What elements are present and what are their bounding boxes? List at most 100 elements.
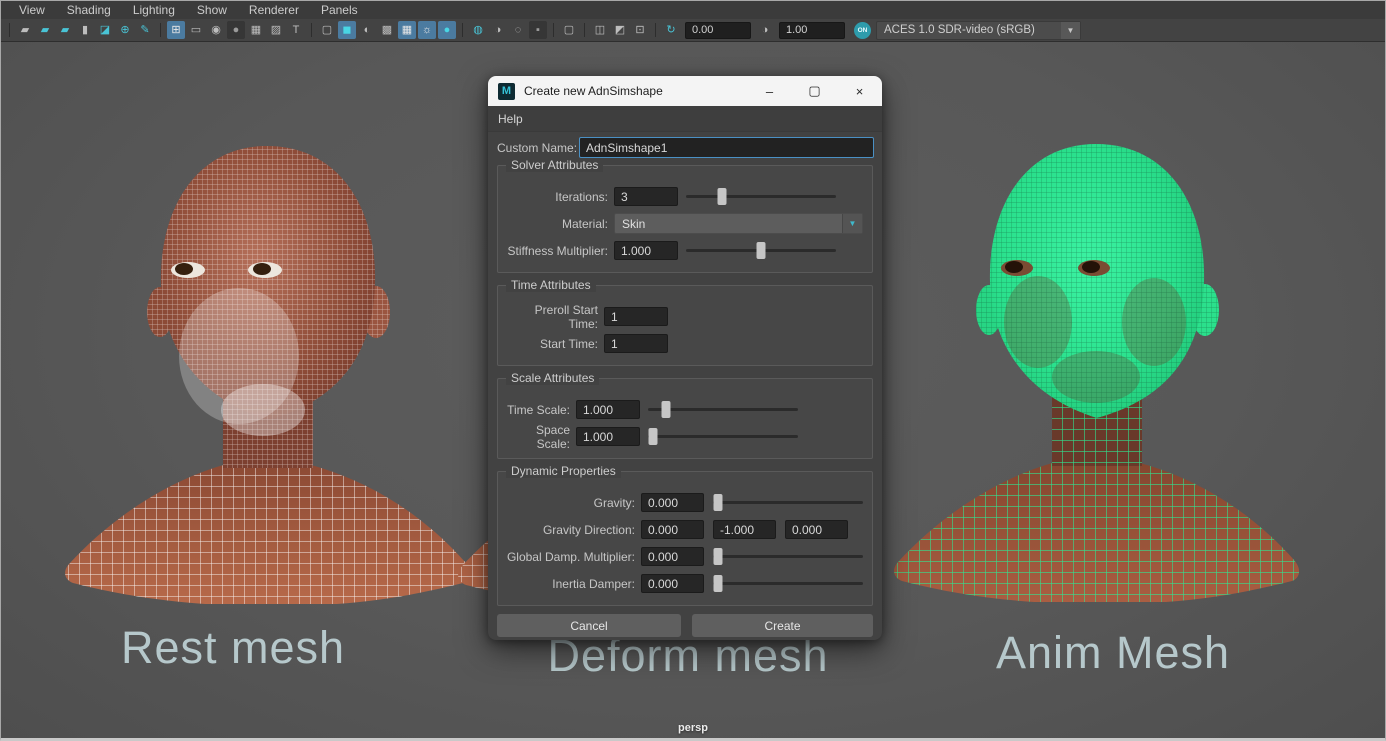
zoom-region-icon[interactable]: ⊡ — [631, 21, 649, 39]
iterations-input[interactable] — [614, 187, 678, 206]
gamma-field[interactable] — [779, 22, 845, 39]
camera-name-label: persp — [0, 722, 1386, 734]
separator[interactable] — [462, 23, 463, 37]
material-dropdown[interactable]: Skin ▼ — [614, 213, 863, 234]
space-scale-slider[interactable] — [648, 428, 798, 445]
iterations-slider[interactable] — [686, 188, 836, 205]
separator[interactable] — [655, 23, 656, 37]
separator[interactable] — [9, 23, 10, 37]
textured-cube-icon[interactable]: ▩ — [378, 21, 396, 39]
snap-camera-icon[interactable]: ▰ — [16, 21, 34, 39]
separator[interactable] — [311, 23, 312, 37]
inertia-damper-input[interactable] — [641, 574, 704, 593]
gravity-input[interactable] — [641, 493, 704, 512]
anti-aliasing-icon[interactable]: ▪ — [529, 21, 547, 39]
menu-lighting[interactable]: Lighting — [122, 3, 186, 17]
material-value: Skin — [615, 217, 645, 231]
dynamic-properties-title: Dynamic Properties — [506, 464, 621, 478]
color-management-toggle[interactable]: ON — [854, 22, 871, 39]
resolution-gate-icon[interactable]: ◉ — [207, 21, 225, 39]
grid-icon[interactable]: ⊞ — [167, 21, 185, 39]
grease-pencil-icon[interactable]: ✎ — [136, 21, 154, 39]
lock-camera-icon[interactable]: ▰ — [36, 21, 54, 39]
stiffness-multiplier-slider[interactable] — [686, 242, 836, 259]
bookmark-icon[interactable]: ▮ — [76, 21, 94, 39]
menu-help[interactable]: Help — [488, 112, 523, 126]
cancel-button[interactable]: Cancel — [497, 614, 681, 637]
inertia-damper-label: Inertia Damper: — [504, 577, 635, 591]
slider-handle[interactable] — [713, 548, 722, 565]
gravity-direction-z-input[interactable] — [785, 520, 848, 539]
dynamic-properties-group: Dynamic Properties Gravity: Gravity Dire… — [497, 471, 873, 606]
slider-handle[interactable] — [713, 494, 722, 511]
exposure-icon[interactable]: ↻ — [662, 21, 680, 39]
gate-mask-icon[interactable]: ● — [227, 21, 245, 39]
time-scale-input[interactable] — [576, 400, 640, 419]
gravity-slider[interactable] — [713, 494, 863, 511]
colorspace-dropdown[interactable]: ACES 1.0 SDR-video (sRGB) ▼ — [876, 21, 1081, 40]
dialog-titlebar[interactable]: M Create new AdnSimshape – ▢ × — [488, 76, 882, 106]
slider-handle[interactable] — [648, 428, 657, 445]
wireframe-cube-icon[interactable]: ▢ — [318, 21, 336, 39]
hud-icon[interactable]: T — [287, 21, 305, 39]
isolate-select-icon[interactable]: ◫ — [591, 21, 609, 39]
object-selection-icon[interactable]: ▢ — [560, 21, 578, 39]
menu-show[interactable]: Show — [186, 3, 238, 17]
smooth-shade-sphere-icon[interactable]: ● — [438, 21, 456, 39]
camera-attributes-icon[interactable]: ▰ — [56, 21, 74, 39]
maximize-button[interactable]: ▢ — [792, 76, 837, 106]
chevron-down-icon[interactable]: ▼ — [842, 214, 862, 233]
default-material-icon[interactable]: ◍ — [469, 21, 487, 39]
inertia-damper-slider[interactable] — [713, 575, 863, 592]
separator[interactable] — [584, 23, 585, 37]
menu-renderer[interactable]: Renderer — [238, 3, 310, 17]
scale-attributes-group: Scale Attributes Time Scale: Space Scale… — [497, 378, 873, 459]
global-damp-multiplier-slider[interactable] — [713, 548, 863, 565]
slider-track — [648, 435, 798, 438]
custom-name-input[interactable] — [579, 137, 874, 158]
menu-shading[interactable]: Shading — [56, 3, 122, 17]
time-scale-label: Time Scale: — [504, 403, 570, 417]
wireframe-on-shaded-icon[interactable]: ◐ — [358, 21, 376, 39]
isolate-selected-icon[interactable]: ◩ — [611, 21, 629, 39]
close-button[interactable]: × — [837, 76, 882, 106]
slider-handle[interactable] — [718, 188, 727, 205]
menu-view[interactable]: View — [8, 3, 56, 17]
slider-handle[interactable] — [662, 401, 671, 418]
preroll-start-time-input[interactable] — [604, 307, 668, 326]
gravity-direction-y-input[interactable] — [713, 520, 776, 539]
image-plane-display-icon[interactable]: ▨ — [267, 21, 285, 39]
separator[interactable] — [553, 23, 554, 37]
maya-logo-icon: M — [498, 83, 515, 100]
checker-texture-icon[interactable]: ▦ — [398, 21, 416, 39]
image-plane-icon[interactable]: ◪ — [96, 21, 114, 39]
colorspace-value: ACES 1.0 SDR-video (sRGB) — [884, 24, 1035, 36]
space-scale-input[interactable] — [576, 427, 640, 446]
ambient-occlusion-icon[interactable]: ◌ — [509, 21, 527, 39]
shadows-icon[interactable]: ◑ — [489, 21, 507, 39]
exposure-field[interactable] — [685, 22, 751, 39]
shaded-cube-icon[interactable]: ◼ — [338, 21, 356, 39]
stiffness-multiplier-input[interactable] — [614, 241, 678, 260]
global-damp-multiplier-input[interactable] — [641, 547, 704, 566]
separator[interactable] — [160, 23, 161, 37]
dialog-menubar: Help — [488, 106, 882, 132]
menu-panels[interactable]: Panels — [310, 3, 369, 17]
contrast-icon[interactable]: ◑ — [756, 21, 774, 39]
slider-handle[interactable] — [757, 242, 766, 259]
minimize-button[interactable]: – — [747, 76, 792, 106]
pan-zoom-icon[interactable]: ⊕ — [116, 21, 134, 39]
slider-handle[interactable] — [713, 575, 722, 592]
viewport[interactable]: Rest mesh Deform mesh Anim Mesh persp M … — [0, 42, 1386, 741]
gravity-direction-x-input[interactable] — [641, 520, 704, 539]
rest-mesh[interactable] — [57, 134, 477, 604]
start-time-input[interactable] — [604, 334, 668, 353]
panel-toolbar: ▰▰▰▮◪⊕✎⊞▭◉●▦▨T▢◼◐▩▦☼●◍◑◌▪▢◫◩⊡ ↻ ◑ ON ACE… — [0, 19, 1386, 42]
slider-track — [713, 582, 863, 585]
create-button[interactable]: Create — [692, 614, 873, 637]
time-scale-slider[interactable] — [648, 401, 798, 418]
anim-mesh[interactable] — [886, 132, 1306, 602]
use-all-lights-icon[interactable]: ☼ — [418, 21, 436, 39]
field-chart-icon[interactable]: ▦ — [247, 21, 265, 39]
film-gate-icon[interactable]: ▭ — [187, 21, 205, 39]
